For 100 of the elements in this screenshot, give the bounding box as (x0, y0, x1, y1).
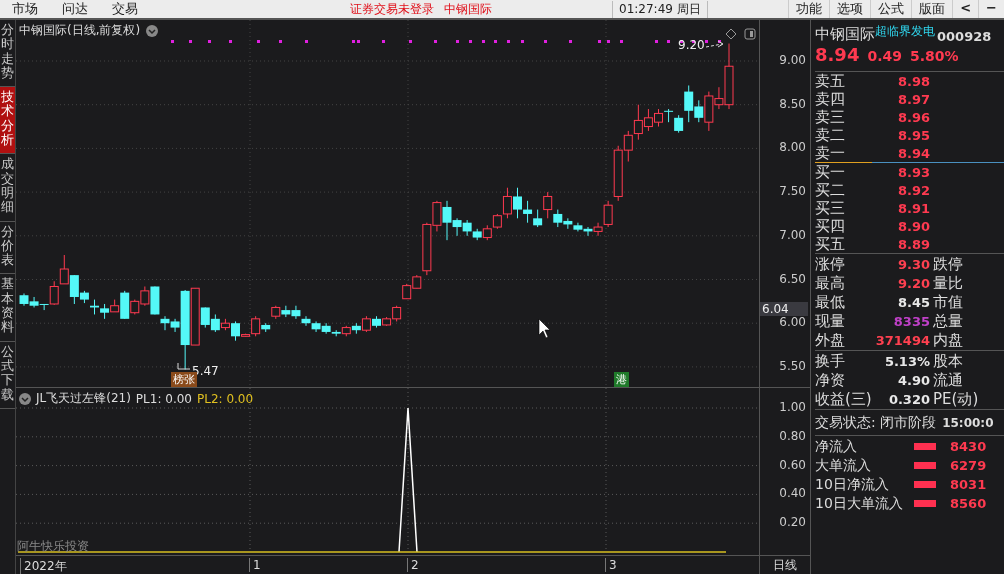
stat-label: 最高 (815, 274, 846, 293)
menu-item[interactable]: 交易 (100, 0, 150, 18)
price-axis-label: 6.00 (779, 315, 806, 330)
order-price: 8.97 (898, 91, 931, 107)
signal-badge: 港 (614, 372, 629, 387)
price-axis-label: 8.50 (779, 96, 806, 111)
order-label: 买三 (815, 198, 846, 218)
flow-bar (914, 500, 936, 507)
signal-badge: 榜张 (171, 372, 197, 387)
price-axis-label: 6.50 (779, 271, 806, 286)
indicator-axis-label: 0.80 (779, 428, 806, 443)
order-label: 买五 (815, 234, 846, 254)
menu-item[interactable]: 功能 (788, 0, 830, 18)
menu-item[interactable]: 选项 (829, 0, 871, 18)
status-time: 15:00:0 (942, 416, 994, 430)
candle (281, 305, 291, 318)
candle (583, 226, 593, 237)
order-label: 买四 (815, 216, 846, 236)
price-axis-label: 7.50 (779, 184, 806, 199)
stock-name: 中钢国际 (444, 0, 492, 18)
stat-label: 现量 (815, 312, 846, 331)
price-axis-label: 9.00 (779, 53, 806, 67)
dropdown-icon[interactable] (146, 24, 159, 37)
sidebar-tab[interactable]: 基本资料 (0, 274, 15, 342)
stat-value: 5.13% (883, 354, 931, 369)
menu-item[interactable]: 问达 (50, 0, 100, 18)
candle (573, 222, 583, 232)
high-price-label: 9.20 (678, 38, 705, 52)
stat-label: 外盘 (815, 331, 846, 350)
menu-item[interactable]: 版面 (911, 0, 953, 18)
candle (462, 219, 472, 237)
flow-label: 净流入 (815, 437, 858, 456)
flow-bar (914, 481, 936, 488)
stat-label: 股本 (933, 352, 964, 371)
menu-item[interactable]: 市场 (0, 0, 50, 18)
clock: 01:27:49 周日 (612, 0, 708, 18)
flow-value: 8560 (950, 496, 987, 511)
stat-value: 8335 (892, 314, 931, 329)
stat-label: 市值 (933, 293, 964, 312)
indicator-name: JL飞天过左锋(21) (36, 390, 131, 407)
stat-label: PE(动) (933, 390, 980, 409)
price-axis-label: 5.50 (779, 358, 806, 373)
stat-label: 内盘 (933, 331, 964, 350)
indicator-axis-label: 0.40 (779, 486, 806, 501)
order-label: 买二 (815, 180, 846, 200)
sidebar-tab[interactable]: 公式下载 (0, 341, 15, 409)
back-button[interactable]: < (952, 0, 979, 18)
candle (301, 315, 311, 327)
stat-label: 最低 (815, 293, 846, 312)
order-price: 8.95 (898, 127, 931, 143)
candle (402, 283, 412, 300)
order-label: 卖四 (815, 89, 846, 109)
flow-label: 10日净流入 (815, 475, 890, 494)
stock-code: 000928 (937, 29, 992, 44)
menu-item[interactable]: 公式 (870, 0, 912, 18)
time-label: 3 (605, 558, 617, 572)
stat-label: 流通 (933, 371, 964, 390)
time-label: 2022年 (20, 558, 67, 574)
stat-label: 换手 (815, 352, 846, 371)
candle (311, 320, 321, 333)
sidebar-tab[interactable]: 分价表 (0, 221, 15, 275)
panel-toggle-icon[interactable] (744, 28, 756, 40)
candle (100, 303, 110, 320)
order-price: 8.92 (898, 182, 931, 198)
minimize-button[interactable]: − (978, 0, 1004, 18)
price-tag: 6.04 (760, 302, 808, 316)
candle (351, 322, 361, 335)
stat-label: 净资 (815, 371, 846, 390)
chart-title: 中钢国际(日线,前复权) (19, 22, 141, 39)
indicator-axis-label: 0.60 (779, 457, 806, 472)
candle (513, 187, 522, 219)
candle (271, 305, 281, 320)
order-price: 8.96 (898, 109, 931, 125)
order-price: 8.93 (898, 164, 931, 180)
stat-label: 总量 (933, 312, 964, 331)
trade-status: 交易状态: 闭市阶段 (815, 414, 937, 432)
sidebar-tab[interactable]: 技术分析 (0, 87, 15, 155)
candle (664, 108, 674, 123)
high-marker-arrow (705, 40, 724, 48)
stat-value: 9.20 (896, 276, 931, 291)
candle (523, 200, 533, 224)
flow-bar (914, 462, 936, 469)
flow-label: 10日大单流入 (815, 494, 904, 513)
candle (291, 305, 301, 320)
indicator-value: PL1: 0.00 (135, 391, 192, 406)
sidebar-tab[interactable]: 成交明细 (0, 154, 15, 222)
order-price: 8.94 (898, 145, 931, 161)
stat-label: 涨停 (815, 255, 846, 274)
diamond-icon[interactable] (725, 28, 737, 40)
dropdown-icon[interactable] (19, 392, 31, 405)
candle (140, 286, 150, 307)
order-price: 8.89 (898, 236, 931, 252)
order-price: 8.98 (898, 73, 931, 89)
flow-bar (914, 443, 936, 450)
price-change: 0.49 (867, 48, 902, 64)
candle (361, 315, 371, 333)
current-price: 8.94 (815, 44, 860, 65)
order-label: 卖二 (815, 125, 846, 145)
author-label: 阿牛快乐投资 (17, 538, 89, 555)
candle (654, 108, 663, 128)
